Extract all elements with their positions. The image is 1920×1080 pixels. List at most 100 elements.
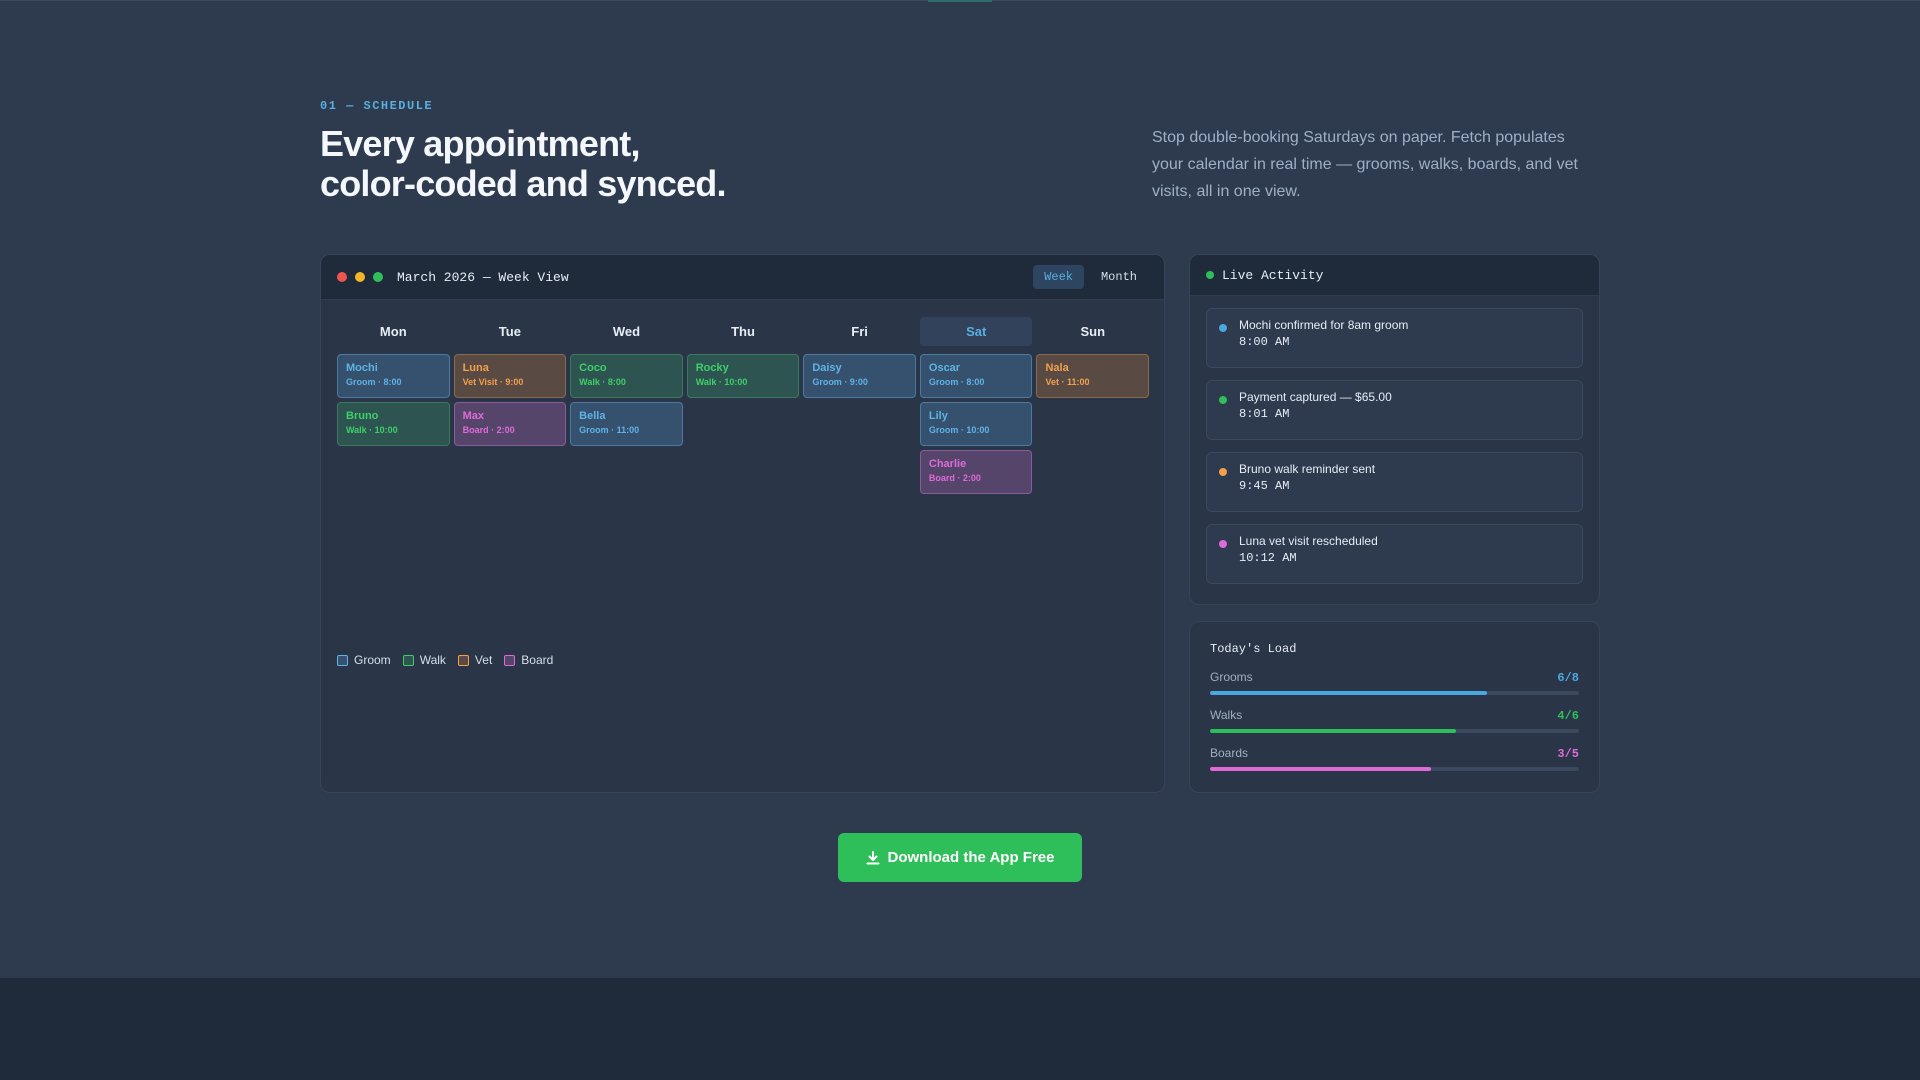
legend-label: Board xyxy=(521,653,554,667)
window-minimize-dot[interactable] xyxy=(355,272,365,282)
activity-time: 9:45 AM xyxy=(1239,479,1290,493)
load-progress-track xyxy=(1210,767,1579,771)
download-app-button[interactable]: Download the App Free xyxy=(838,833,1082,882)
appointment-meta: Walk · 10:00 xyxy=(346,425,398,435)
day-column-sun: Sun Nala Vet · 11:00 xyxy=(1036,317,1150,494)
appointment-pet-name: Rocky xyxy=(695,362,729,374)
activity-text: Mochi confirmed for 8am groom xyxy=(1239,318,1409,332)
headline-line-1: Every appointment, xyxy=(320,123,640,164)
appointment-pet-name: Nala xyxy=(1045,362,1069,374)
appointment-meta: Groom · 11:00 xyxy=(579,425,640,435)
appointment-pet-name: Coco xyxy=(579,362,607,374)
load-progress-track xyxy=(1210,729,1579,733)
day-column-sat: Sat Oscar Groom · 8:00 Lily Groom · 10:00 Cha… xyxy=(919,317,1033,494)
legend-label: Vet xyxy=(474,653,493,667)
day-header[interactable]: Thu xyxy=(687,317,800,346)
appointment-pet-name: Daisy xyxy=(812,362,842,374)
appointment-pet-name: Bruno xyxy=(346,410,379,422)
top-rule-accent xyxy=(928,0,992,2)
load-rows: Grooms 6/8 Walks 4/6 Boards 3/5 xyxy=(1210,670,1579,771)
next-section-band xyxy=(0,978,1920,1080)
appointment-meta: Groom · 8:00 xyxy=(346,377,402,387)
appointment-card[interactable]: Oscar Groom · 8:00 xyxy=(919,354,1033,398)
appointment-card[interactable]: Luna Vet Visit · 9:00 xyxy=(453,354,567,398)
load-row-walks: Walks 4/6 xyxy=(1210,708,1579,733)
live-activity-header: Live Activity xyxy=(1190,255,1599,296)
appointment-card[interactable]: Coco Walk · 8:00 xyxy=(570,354,683,398)
legend-swatch xyxy=(402,654,414,666)
live-activity-card: Live Activity Mochi confirmed for 8am gr… xyxy=(1189,254,1600,605)
day-header[interactable]: Mon xyxy=(337,317,450,346)
legend-item-walk: Walk xyxy=(402,653,446,667)
appointment-meta: Groom · 8:00 xyxy=(928,377,985,387)
load-value: 4/6 xyxy=(1557,709,1579,723)
legend-label: Groom xyxy=(354,653,391,667)
appointment-card[interactable]: Daisy Groom · 9:00 xyxy=(803,354,916,398)
appointment-card[interactable]: Rocky Walk · 10:00 xyxy=(686,354,800,398)
download-app-label: Download the App Free xyxy=(887,849,1055,866)
day-column-mon: Mon Mochi Groom · 8:00 Bruno Walk · 10:00 xyxy=(337,317,450,494)
appointment-card[interactable]: Bruno Walk · 10:00 xyxy=(337,402,450,446)
appointment-meta: Groom · 10:00 xyxy=(928,425,990,435)
activity-item[interactable]: Bruno walk reminder sent 9:45 AM xyxy=(1206,452,1583,512)
download-icon xyxy=(866,850,880,864)
appointment-card[interactable]: Lily Groom · 10:00 xyxy=(919,402,1033,446)
appointment-pet-name: Mochi xyxy=(346,362,378,374)
calendar-card: March 2026 — Week View Week Month Mon Moc… xyxy=(320,254,1165,793)
calendar-titlebar: March 2026 — Week View Week Month xyxy=(321,255,1164,300)
appointment-card[interactable]: Mochi Groom · 8:00 xyxy=(337,354,450,398)
page-title: Every appointment, color-coded and synce… xyxy=(320,124,880,204)
appointment-card[interactable]: Charlie Board · 2:00 xyxy=(919,450,1033,494)
activity-time: 8:01 AM xyxy=(1239,407,1290,421)
day-column-thu: Thu Rocky Walk · 10:00 xyxy=(686,317,800,494)
activity-item[interactable]: Payment captured — $65.00 8:01 AM xyxy=(1206,380,1583,440)
appointment-card[interactable]: Bella Groom · 11:00 xyxy=(570,402,683,446)
activity-item[interactable]: Mochi confirmed for 8am groom 8:00 AM xyxy=(1206,308,1583,368)
window-close-dot[interactable] xyxy=(337,272,347,282)
appointment-pet-name: Charlie xyxy=(928,458,967,470)
load-label: Boards xyxy=(1210,746,1249,760)
day-header[interactable]: Tue xyxy=(454,317,567,346)
load-progress-track xyxy=(1210,691,1579,695)
appointment-pet-name: Oscar xyxy=(928,362,961,374)
day-column-wed: Wed Coco Walk · 8:00 Bella Groom · 11:00 xyxy=(570,317,683,494)
live-activity-title: Live Activity xyxy=(1222,267,1324,283)
day-header[interactable]: Fri xyxy=(803,317,916,346)
load-progress-fill xyxy=(1210,767,1432,771)
legend-item-vet: Vet xyxy=(457,653,493,667)
load-progress-fill xyxy=(1210,691,1487,695)
day-header[interactable]: Wed xyxy=(570,317,683,346)
activity-text: Payment captured — $65.00 xyxy=(1239,390,1392,404)
activity-time: 8:00 AM xyxy=(1239,335,1290,349)
activity-time: 10:12 AM xyxy=(1239,551,1297,565)
calendar-title: March 2026 — Week View xyxy=(397,269,569,285)
appointment-pet-name: Max xyxy=(462,410,484,422)
appointment-pet-name: Bella xyxy=(579,410,606,422)
appointment-meta: Walk · 10:00 xyxy=(695,377,748,387)
window-maximize-dot[interactable] xyxy=(373,272,383,282)
activity-list: Mochi confirmed for 8am groom 8:00 AM Paym… xyxy=(1190,296,1599,596)
week-grid: Mon Mochi Groom · 8:00 Bruno Walk · 10:00 Tue… xyxy=(337,317,1150,494)
day-header[interactable]: Sun xyxy=(1036,317,1149,346)
activity-status-dot xyxy=(1219,324,1227,332)
todays-load-card: Today's Load Grooms 6/8 Walks 4/6 Boards 3/5 xyxy=(1189,621,1600,793)
activity-status-dot xyxy=(1219,468,1227,476)
appointment-card[interactable]: Nala Vet · 11:00 xyxy=(1036,354,1150,398)
headline-line-2: color-coded and synced. xyxy=(320,163,727,204)
load-value: 6/8 xyxy=(1557,671,1579,685)
load-value: 3/5 xyxy=(1557,747,1579,761)
appointment-meta: Board · 2:00 xyxy=(928,473,981,483)
activity-status-dot xyxy=(1219,540,1227,548)
activity-item[interactable]: Luna vet visit rescheduled 10:12 AM xyxy=(1206,524,1583,584)
appointment-card[interactable]: Max Board · 2:00 xyxy=(453,402,567,446)
intro-text: Stop double-booking Saturdays on paper. … xyxy=(1152,129,1578,200)
activity-status-dot xyxy=(1219,396,1227,404)
legend-swatch xyxy=(504,654,516,666)
appointment-meta: Board · 2:00 xyxy=(462,425,515,435)
month-view-button[interactable]: Month xyxy=(1090,265,1148,289)
load-title: Today's Load xyxy=(1210,642,1297,656)
load-label: Walks xyxy=(1210,708,1243,722)
day-header[interactable]: Sat xyxy=(919,317,1033,346)
week-view-button[interactable]: Week xyxy=(1033,265,1084,289)
section-label: 01 — SCHEDULE xyxy=(320,99,434,113)
